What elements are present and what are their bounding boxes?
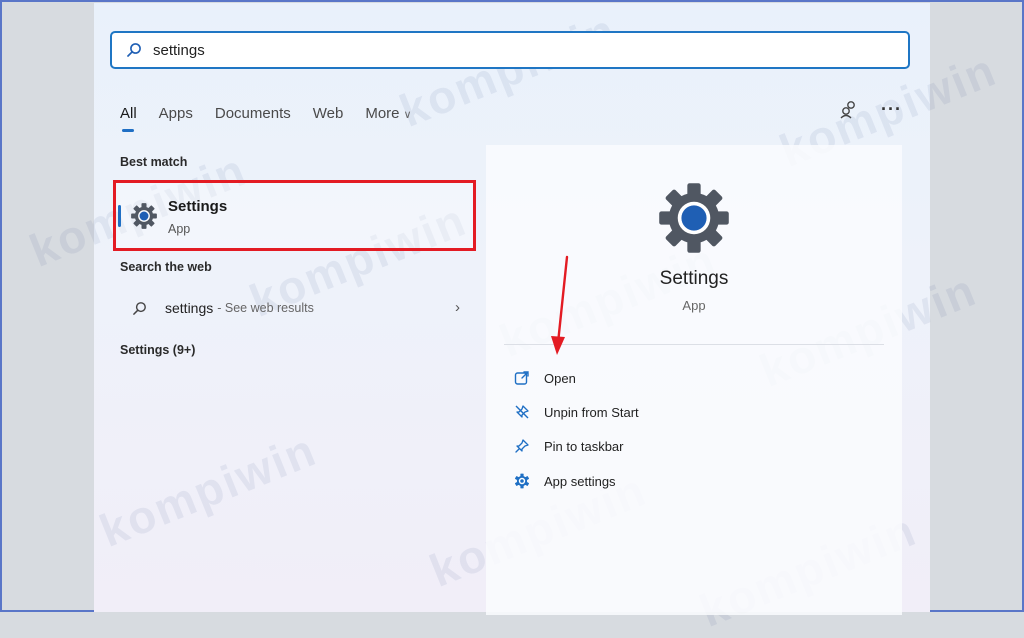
gear-icon — [515, 473, 529, 489]
best-match-type: App — [168, 222, 191, 236]
tab-all[interactable]: All — [120, 105, 137, 132]
action-unpin-label: Unpin from Start — [544, 404, 639, 420]
start-search-panel: kompiwin kompiwin kompiwin kompiwin komp… — [23, 3, 1004, 637]
filter-tabs: All Apps Documents Web More ∨ — [120, 101, 434, 132]
action-app-settings[interactable]: App settings — [514, 470, 616, 492]
unpin-icon — [515, 405, 529, 419]
settings-group-heading[interactable]: Settings (9+) — [120, 343, 195, 357]
chevron-right-icon: › — [455, 299, 460, 316]
selection-indicator — [118, 205, 121, 227]
best-match-result[interactable]: Settings App — [113, 180, 476, 251]
open-external-icon — [514, 371, 529, 385]
more-options-icon[interactable]: ··· — [881, 100, 902, 118]
gear-icon — [131, 203, 157, 229]
action-open-label: Open — [544, 370, 576, 386]
search-web-heading: Search the web — [120, 260, 212, 274]
search-input[interactable] — [151, 40, 855, 60]
search-icon — [133, 301, 146, 315]
pin-icon — [515, 439, 529, 453]
best-match-heading: Best match — [120, 155, 188, 169]
account-switch-icon[interactable] — [839, 99, 859, 119]
preview-subtitle: App — [682, 298, 706, 313]
tab-more-label: More — [365, 104, 400, 122]
search-box[interactable] — [110, 31, 910, 69]
settings-app-icon — [659, 183, 729, 253]
web-search-result[interactable]: settings - See web results › — [132, 297, 460, 319]
chevron-down-icon: ∨ — [403, 108, 412, 121]
top-right-actions: ··· — [839, 99, 902, 119]
preview-title: Settings — [659, 268, 729, 289]
tab-more[interactable]: More ∨ — [365, 105, 411, 122]
action-pin-to-taskbar[interactable]: Pin to taskbar — [514, 435, 624, 457]
tab-web[interactable]: Web — [313, 105, 344, 122]
preview-pane: Settings App Open Unpin from Start Pin t… — [486, 145, 902, 615]
web-search-query: settings — [165, 300, 214, 316]
action-unpin-from-start[interactable]: Unpin from Start — [514, 401, 639, 423]
action-pin-label: Pin to taskbar — [544, 438, 624, 454]
best-match-name: Settings — [168, 198, 228, 215]
watermark: kompiwin — [92, 423, 324, 557]
divider — [504, 344, 884, 345]
tab-apps[interactable]: Apps — [159, 105, 193, 122]
web-search-hint: - See web results — [217, 301, 314, 315]
tab-documents[interactable]: Documents — [215, 105, 291, 122]
action-app-settings-label: App settings — [544, 473, 616, 489]
action-open[interactable]: Open — [514, 367, 576, 389]
search-icon — [127, 43, 141, 57]
